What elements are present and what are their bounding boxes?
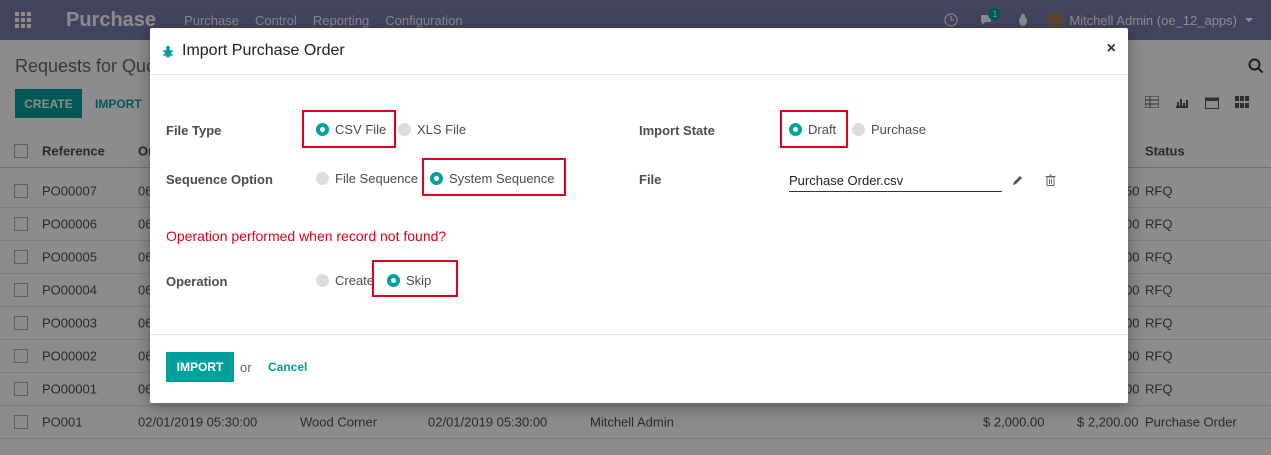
radio-file-sequence[interactable]: File Sequence	[316, 171, 418, 186]
import-button[interactable]: IMPORT	[166, 352, 234, 382]
or-text: or	[240, 360, 252, 375]
radio-dot	[316, 172, 329, 185]
radio-system-sequence[interactable]: System Sequence	[430, 171, 555, 186]
radio-dot	[852, 123, 865, 136]
radio-dot	[387, 274, 400, 287]
radio-label: Skip	[406, 273, 432, 288]
radio-xls-file[interactable]: XLS File	[398, 122, 466, 137]
radio-label: Purchase	[871, 122, 926, 137]
file-input[interactable]: Purchase Order.csv	[789, 170, 1002, 192]
radio-create[interactable]: Create	[316, 273, 374, 288]
radio-label: Create	[335, 273, 375, 288]
radio-dot	[430, 172, 443, 185]
sequence-option-label: Sequence Option	[166, 172, 273, 187]
operation-label: Operation	[166, 274, 228, 289]
trash-icon[interactable]	[1045, 174, 1056, 186]
file-label: File	[639, 172, 662, 187]
operation-warning-text: Operation performed when record not foun…	[166, 228, 447, 244]
edit-pencil-icon[interactable]	[1012, 174, 1024, 186]
bug-icon	[163, 45, 173, 57]
radio-dot	[316, 123, 329, 136]
dialog-header: Import Purchase Order	[150, 28, 1128, 75]
radio-dot	[316, 274, 329, 287]
import-dialog: Import Purchase Order × File Type CSV Fi…	[150, 28, 1128, 403]
radio-label: File Sequence	[335, 171, 419, 186]
file-type-label: File Type	[166, 123, 222, 138]
dialog-footer: IMPORT or Cancel	[150, 334, 1128, 403]
close-icon[interactable]: ×	[1107, 40, 1116, 58]
import-state-label: Import State	[639, 123, 715, 138]
cancel-button[interactable]: Cancel	[268, 360, 307, 374]
radio-label: CSV File	[335, 122, 387, 137]
radio-draft[interactable]: Draft	[789, 122, 836, 137]
radio-dot	[398, 123, 411, 136]
radio-skip[interactable]: Skip	[387, 273, 431, 288]
radio-label: System Sequence	[449, 171, 555, 186]
radio-csv-file[interactable]: CSV File	[316, 122, 386, 137]
dialog-title: Import Purchase Order	[182, 42, 345, 59]
radio-dot	[789, 123, 802, 136]
radio-purchase[interactable]: Purchase	[852, 122, 926, 137]
radio-label: XLS File	[417, 122, 467, 137]
radio-label: Draft	[808, 122, 837, 137]
